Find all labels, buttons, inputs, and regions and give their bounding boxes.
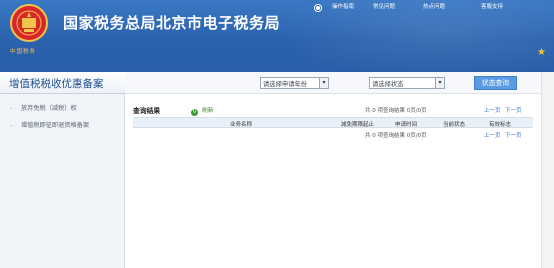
sidebar: 增值税税收优惠备案 - 放弃免税（减税）权 - 增值税即征即退资格备案 [0,72,125,268]
refresh-button[interactable]: ↻ 刷新 [191,105,214,116]
col-status: 当前状态 [443,122,466,128]
sidebar-item-vat-refund-filing[interactable]: - 增值税即征即退资格备案 [10,120,89,129]
nav-customer-support[interactable]: 客服支持 [481,2,503,10]
star-icon: ★ [537,47,546,58]
status-select-value: 请选择状态 [372,81,404,88]
next-page-link-bottom[interactable]: 下一页 [505,131,522,139]
sidebar-title: 增值税税收优惠备案 [0,72,125,94]
nav-faq[interactable]: 常见问题 [373,2,395,10]
page: 中国税务 国家税务总局北京市电子税务局 操作指南 常见问题 热点问题 客服支持 … [0,0,554,268]
nav-bullet-icon [315,5,321,11]
main-panel: 请选择申请年份 ▾ 请选择状态 ▾ 状态查询 查询结果 ↻ 刷新 共 0 项查询结… [125,72,541,268]
prev-page-link[interactable]: 上一页 [484,106,501,114]
year-select[interactable]: 请选择申请年份 ▾ [260,77,329,89]
chevron-down-icon: ▾ [319,78,328,88]
chevron-down-icon: ▾ [435,78,444,88]
result-header: 查询结果 ↻ 刷新 共 0 项查询结果 0页/0页 上一页 下一页 [133,105,533,116]
status-query-button[interactable]: 状态查询 [474,76,517,90]
table-footer: 共 0 项查询结果 0页/0页 上一页 下一页 [133,130,533,140]
bullet-dash-icon: - [10,105,13,112]
refresh-icon: ↻ [191,109,198,116]
sidebar-item-label: 增值税即征即退资格备案 [21,122,90,129]
refresh-label: 刷新 [202,108,214,114]
col-valid-flag: 有效标志 [489,122,512,128]
page-info: 共 0 项查询结果 0页/0页 [365,108,427,114]
result-title: 查询结果 [133,107,161,115]
year-select-value: 请选择申请年份 [263,81,308,88]
nav-operation-guide[interactable]: 操作指南 [332,2,354,10]
top-nav: 操作指南 常见问题 热点问题 客服支持 [0,2,554,12]
status-select[interactable]: 请选择状态 ▾ [369,77,445,89]
col-period: 减免期限起止 [341,122,375,128]
page-scrollbar[interactable] [541,72,554,268]
site-header: 中国税务 国家税务总局北京市电子税务局 操作指南 常见问题 热点问题 客服支持 … [0,0,554,72]
col-business-name: 业务名称 [230,122,253,128]
prev-page-link-bottom[interactable]: 上一页 [484,131,501,139]
sidebar-item-label: 放弃免税（减税）权 [21,105,77,112]
table-header: 业务名称 减免期限起止 申请时间 当前状态 有效标志 [133,117,533,128]
nav-hot-issues[interactable]: 热点问题 [423,2,445,10]
col-apply-time: 申请时间 [395,122,418,128]
sidebar-item-waive-exemption[interactable]: - 放弃免税（减税）权 [10,103,77,112]
site-title: 国家税务总局北京市电子税务局 [63,14,281,32]
sidebar-title-text: 增值税税收优惠备案 [9,78,104,90]
page-info-bottom: 共 0 项查询结果 0页/0页 [365,133,427,139]
emblem-caption: 中国税务 [10,49,37,55]
next-page-link[interactable]: 下一页 [505,106,522,114]
filter-toolbar: 请选择申请年份 ▾ 请选择状态 ▾ 状态查询 [125,72,541,94]
bullet-dash-icon: - [10,122,13,129]
